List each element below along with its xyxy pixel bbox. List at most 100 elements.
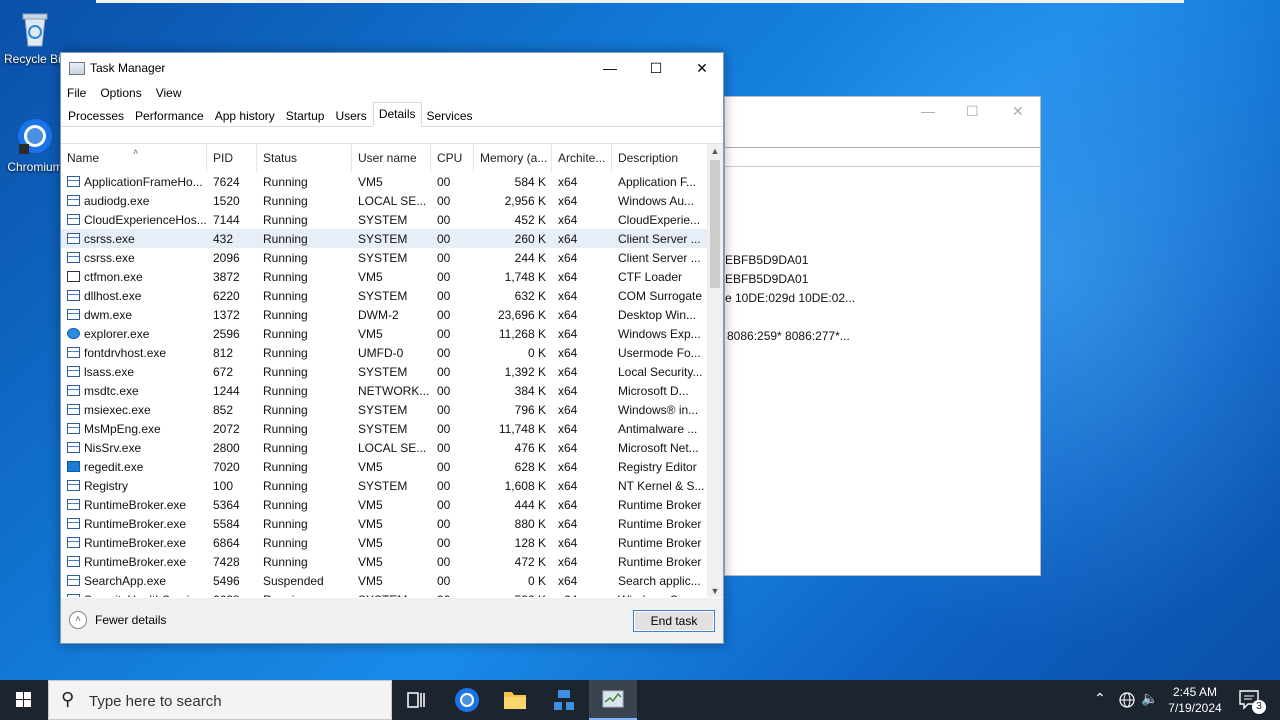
tab-app-history[interactable]: App history [210, 105, 281, 126]
system-clock[interactable]: 2:45 AM 7/19/2024 [1160, 684, 1230, 716]
table-row[interactable]: CloudExperienceHos... 7144 Running SYSTEM 00… [61, 210, 707, 229]
process-name-text: ApplicationFrameHo... [84, 174, 203, 189]
menu-view[interactable]: View [156, 83, 182, 105]
end-task-button[interactable]: End task [633, 610, 715, 632]
maximize-button[interactable]: ☐ [633, 53, 679, 83]
user-name-cell: SYSTEM [358, 288, 408, 303]
table-row[interactable]: csrss.exe 2096 Running SYSTEM 00 244 K x64 Clie… [61, 248, 707, 267]
architecture-cell: x64 [558, 326, 578, 341]
column-header-cpu[interactable]: CPU [431, 144, 474, 172]
pid-cell: 6220 [213, 288, 240, 303]
desktop-icon-recycle-bin[interactable]: Recycle Bin [4, 8, 67, 66]
taskbar-search-box[interactable]: ⚲ Type here to search [48, 680, 392, 720]
table-row[interactable]: NisSrv.exe 2800 Running LOCAL SE... 00 476 K x… [61, 438, 707, 457]
tab-details[interactable]: Details [372, 102, 422, 127]
tab-processes[interactable]: Processes [63, 105, 130, 126]
process-name-text: RuntimeBroker.exe [84, 535, 187, 550]
user-name-cell: SYSTEM [358, 421, 408, 436]
desktop-icon-chromium[interactable]: Chromium [4, 116, 66, 174]
table-row[interactable]: explorer.exe 2596 Running VM5 00 11,268 K x64 W… [61, 324, 707, 343]
start-button[interactable] [0, 680, 48, 720]
process-icon [67, 537, 80, 548]
table-row[interactable]: ApplicationFrameHo... 7624 Running VM5 00 584… [61, 172, 707, 191]
process-name-cell: RuntimeBroker.exe [61, 498, 207, 512]
minimize-button[interactable]: — [587, 53, 633, 83]
table-row[interactable]: ctfmon.exe 3872 Running VM5 00 1,748 K x64 CTF … [61, 267, 707, 286]
memory-cell: 796 K [514, 402, 546, 417]
description-cell: Microsoft Net... [618, 440, 699, 455]
tab-users[interactable]: Users [330, 105, 372, 126]
task-view-button[interactable] [392, 680, 440, 720]
status-cell: Running [263, 364, 308, 379]
fewer-details-button[interactable]: ˄ Fewer details [69, 611, 166, 629]
column-header-user[interactable]: User name [352, 144, 431, 172]
column-header-status[interactable]: Status [257, 144, 352, 172]
table-row[interactable]: msiexec.exe 852 Running SYSTEM 00 796 K x64 Win… [61, 400, 707, 419]
column-header-memory[interactable]: Memory (a... [474, 144, 552, 172]
cpu-cell: 00 [437, 421, 451, 436]
tab-startup[interactable]: Startup [281, 105, 331, 126]
table-row[interactable]: fontdrvhost.exe 812 Running UMFD-0 00 0 K x64 U… [61, 343, 707, 362]
scroll-up-icon[interactable]: ▲ [707, 144, 723, 158]
table-row[interactable]: SecurityHealthServic...6628RunningSYSTEM… [61, 590, 707, 597]
process-name-cell: NisSrv.exe [61, 441, 207, 455]
taskbar-chromium[interactable] [443, 680, 491, 720]
architecture-cell: x64 [558, 497, 578, 512]
column-header-description[interactable]: Description [612, 144, 707, 172]
notification-center-button[interactable]: 3 [1236, 680, 1266, 720]
table-row[interactable]: lsass.exe 672 Running SYSTEM 00 1,392 K x64 Loc… [61, 362, 707, 381]
background-window[interactable]: — ☐ ✕ EBFB5D9DA01 EBFB5D9DA01 e 10DE:029… [724, 96, 1041, 576]
title-bar[interactable]: Task Manager — ☐ ✕ [61, 53, 723, 83]
architecture-cell: x64 [558, 307, 578, 322]
table-row[interactable]: RuntimeBroker.exe 7428 Running VM5 00 472 K x6… [61, 552, 707, 571]
description-cell: NT Kernel & S... [618, 478, 705, 493]
taskbar-task-manager[interactable] [589, 680, 637, 720]
process-icon [67, 233, 80, 244]
architecture-cell: x64 [558, 231, 578, 246]
cpu-cell: 00 [437, 535, 451, 550]
tab-performance[interactable]: Performance [130, 105, 210, 126]
table-row[interactable]: MsMpEng.exe 2072 Running SYSTEM 00 11,748 K x6… [61, 419, 707, 438]
network-tray[interactable] [1118, 680, 1138, 720]
process-name-cell: ApplicationFrameHo... [61, 175, 207, 189]
close-button[interactable]: ✕ [679, 53, 725, 83]
table-row[interactable]: RuntimeBroker.exe 6864 Running VM5 00 128 K x6… [61, 533, 707, 552]
table-row[interactable]: regedit.exe 7020 Running VM5 00 628 K x64 Regis… [61, 457, 707, 476]
process-icon [67, 176, 80, 187]
table-row[interactable]: audiodg.exe 1520 Running LOCAL SE... 00 2,956… [61, 191, 707, 210]
menu-options[interactable]: Options [100, 83, 141, 105]
architecture-cell: x64 [558, 554, 578, 569]
pid-cell: 7144 [213, 212, 240, 227]
user-name-cell: LOCAL SE... [358, 193, 427, 208]
table-row[interactable]: RuntimeBroker.exe 5584 Running VM5 00 880 K x6… [61, 514, 707, 533]
table-row[interactable]: SearchApp.exe 5496 Suspended VM5 00 0 K x64 Sea… [61, 571, 707, 590]
close-icon[interactable]: ✕ [1012, 103, 1024, 120]
column-header-architecture[interactable]: Archite... [552, 144, 612, 172]
table-row[interactable]: Registry 100 Running SYSTEM 00 1,608 K x64 NT K… [61, 476, 707, 495]
vertical-scrollbar[interactable]: ▲ ▼ [707, 144, 723, 597]
pid-cell: 812 [213, 345, 234, 360]
memory-cell: 0 K [527, 573, 546, 588]
table-row[interactable]: dllhost.exe 6220 Running SYSTEM 00 632 K x64 CO… [61, 286, 707, 305]
table-row[interactable]: dwm.exe 1372 Running DWM-2 00 23,696 K x64 Desk… [61, 305, 707, 324]
description-cell: Runtime Broker [618, 535, 702, 550]
taskbar-network-app[interactable] [540, 680, 588, 720]
table-row[interactable]: msdtc.exe 1244 Running NETWORK... 00 384 K x64… [61, 381, 707, 400]
menu-file[interactable]: File [67, 83, 86, 105]
description-cell: Windows® in... [618, 402, 699, 417]
scroll-down-icon[interactable]: ▼ [707, 584, 723, 597]
task-manager-window[interactable]: Task Manager — ☐ ✕ File Options View Pro… [60, 52, 724, 644]
minimize-icon[interactable]: — [921, 103, 935, 119]
column-header-pid[interactable]: PID [207, 144, 257, 172]
architecture-cell: x64 [558, 573, 578, 588]
status-cell: Running [263, 516, 308, 531]
taskbar-file-explorer[interactable] [491, 680, 539, 720]
memory-cell: 0 K [527, 345, 546, 360]
scroll-thumb[interactable] [710, 160, 720, 288]
column-header-name[interactable]: Name ˄ [61, 144, 207, 172]
table-row[interactable]: RuntimeBroker.exe 5364 Running VM5 00 444 K x6… [61, 495, 707, 514]
architecture-cell: x64 [558, 193, 578, 208]
tab-services[interactable]: Services [422, 105, 479, 126]
maximize-icon[interactable]: ☐ [966, 103, 979, 120]
table-row[interactable]: csrss.exe 432 Running SYSTEM 00 260 K x64 Clien… [61, 229, 707, 248]
